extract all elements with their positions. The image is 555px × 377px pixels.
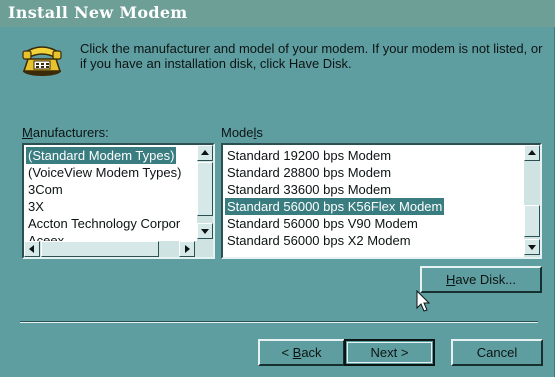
manufacturers-listbox[interactable]: (Standard Modem Types) (VoiceView Modem … — [22, 143, 215, 259]
manufacturer-item[interactable]: (VoiceView Modem Types) — [26, 164, 183, 181]
manufacturers-label-text: anufacturers: — [32, 125, 109, 140]
arrow-down-icon — [528, 245, 536, 250]
model-item[interactable]: Standard 56000 bps X2 Modem — [225, 232, 413, 249]
scroll-down-button[interactable] — [524, 239, 540, 255]
scroll-right-button[interactable] — [179, 241, 195, 257]
cancel-label: Cancel — [476, 345, 518, 360]
scroll-up-button[interactable] — [524, 145, 540, 161]
manufacturers-horizontal-scrollbar[interactable] — [24, 241, 213, 257]
model-item[interactable]: Standard 28800 bps Modem — [225, 164, 393, 181]
scroll-thumb[interactable] — [41, 241, 159, 257]
scroll-thumb[interactable] — [197, 162, 213, 216]
scroll-left-button[interactable] — [24, 241, 40, 257]
scroll-thumb[interactable] — [524, 205, 540, 237]
back-label-prefix: < — [281, 345, 293, 360]
back-button[interactable]: < Back — [258, 339, 345, 366]
telephone-icon — [22, 46, 62, 76]
have-disk-label: ave Disk... — [455, 272, 517, 287]
separator — [20, 321, 538, 323]
next-button[interactable]: Next > — [344, 339, 435, 366]
scroll-down-button[interactable] — [197, 223, 213, 239]
manufacturers-label: Manufacturers: — [22, 125, 109, 140]
models-label-text: Mode — [221, 125, 254, 140]
manufacturer-item[interactable]: 3X — [26, 198, 46, 215]
cancel-button[interactable]: Cancel — [451, 339, 543, 366]
mouse-pointer-icon — [416, 290, 431, 312]
arrow-up-icon — [528, 150, 536, 155]
arrow-down-icon — [201, 229, 209, 234]
have-disk-button[interactable]: Have Disk... — [420, 266, 542, 293]
manufacturer-item[interactable]: Aceex — [26, 232, 66, 241]
install-modem-dialog: Install New Modem Click the manufacturer… — [0, 0, 555, 377]
models-label-text-end: s — [256, 125, 263, 140]
models-vertical-scrollbar[interactable] — [524, 145, 540, 257]
next-label: Next > — [370, 345, 409, 360]
manufacturers-label-accesskey: M — [22, 125, 33, 140]
window-title: Install New Modem — [8, 3, 188, 22]
arrow-right-icon — [185, 245, 190, 253]
manufacturer-item[interactable]: Accton Technology Corpor — [26, 215, 182, 232]
model-item[interactable]: Standard 56000 bps V90 Modem — [225, 215, 420, 232]
title-bar[interactable]: Install New Modem — [0, 0, 555, 27]
models-label: Models — [221, 125, 263, 140]
model-item[interactable]: Standard 33600 bps Modem — [225, 181, 393, 198]
arrow-up-icon — [201, 150, 209, 155]
manufacturers-vertical-scrollbar[interactable] — [197, 145, 213, 241]
model-item[interactable]: Standard 19200 bps Modem — [225, 147, 393, 164]
manufacturer-item[interactable]: (Standard Modem Types) — [26, 147, 177, 164]
instruction-text: Click the manufacturer and model of your… — [80, 41, 543, 71]
models-listbox[interactable]: Standard 19200 bps Modem Standard 28800 … — [221, 143, 542, 259]
back-label: ack — [301, 345, 322, 360]
model-item[interactable]: Standard 56000 bps K56Flex Modem — [225, 198, 445, 215]
have-disk-accesskey: H — [445, 272, 456, 287]
scroll-up-button[interactable] — [197, 145, 213, 161]
arrow-left-icon — [29, 245, 34, 253]
manufacturer-item[interactable]: 3Com — [26, 181, 65, 198]
